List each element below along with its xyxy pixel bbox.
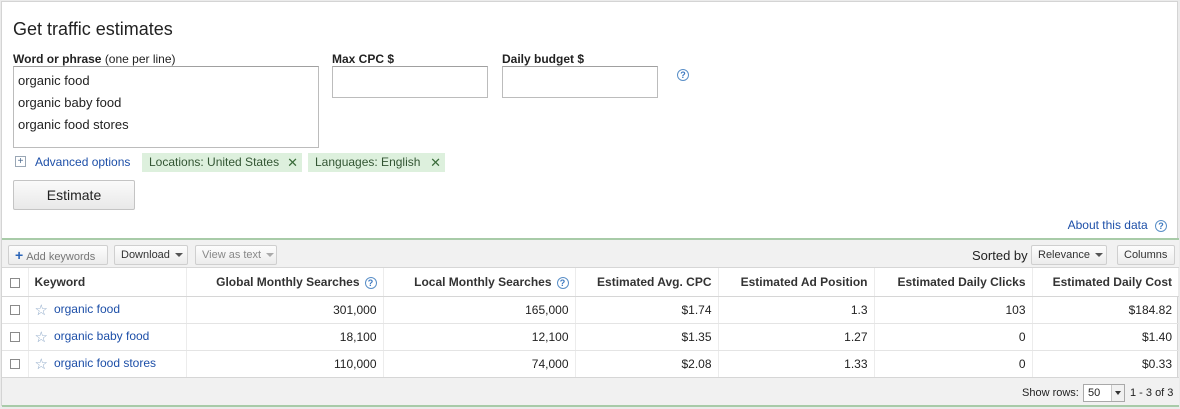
header-local-searches[interactable]: Local Monthly Searches? [383,268,576,297]
row-checkbox[interactable] [9,359,20,370]
avg-cpc-cell: $1.74 [575,296,719,324]
row-select-cell [2,350,29,378]
expand-plus-icon[interactable]: + [15,156,26,167]
global-searches-cell: 18,100 [186,323,384,351]
row-select-cell [2,296,29,324]
chip-label: Locations: United States [149,155,280,169]
help-icon[interactable]: ? [364,276,377,289]
about-this-data[interactable]: About this data ? [1068,218,1167,232]
daily-clicks-cell: 0 [874,350,1033,378]
pagination-range: 1 - 3 of 3 [1130,387,1174,399]
table-header-row: Keyword Global Monthly Searches? Local M… [2,268,1179,297]
row-checkbox[interactable] [9,305,20,316]
header-local-label: Local Monthly Searches [414,274,552,289]
keywords-textarea[interactable]: organic food organic baby food organic f… [13,66,319,148]
select-all-checkbox[interactable] [9,277,20,288]
table-row: ☆ organic food stores 110,000 74,000 $2.0… [2,350,1179,378]
daily-clicks-cell: 103 [874,296,1033,324]
table-row: ☆ organic baby food 18,100 12,100 $1.35 1… [2,323,1179,351]
max-cpc-label: Max CPC $ [332,52,395,66]
max-cpc-input[interactable] [332,66,488,98]
advanced-options-link[interactable]: Advanced options [35,155,130,169]
local-searches-cell: 165,000 [383,296,576,324]
header-daily-clicks[interactable]: Estimated Daily Clicks [874,268,1033,297]
sort-value: Relevance [1038,249,1090,261]
keyword-link[interactable]: organic food [54,302,120,316]
star-icon[interactable]: ☆ [35,329,48,346]
page-title: Get traffic estimates [13,19,173,39]
word-label-hint: (one per line) [104,52,176,66]
remove-icon[interactable]: ✕ [287,153,298,172]
language-filter-chip: Languages: English ✕ [308,153,445,172]
header-avg-cpc[interactable]: Estimated Avg. CPC [575,268,719,297]
header-keyword[interactable]: Keyword [28,268,187,297]
view-as-text-label: View as text [202,249,262,261]
remove-icon[interactable]: ✕ [430,153,441,172]
select-all-header [2,268,29,297]
row-select-cell [2,323,29,351]
word-or-phrase-label: Word or phrase (one per line) [13,52,176,66]
table-footer: Show rows: 50 1 - 3 of 3 [2,377,1179,407]
download-label: Download [121,249,170,261]
daily-budget-label: Daily budget $ [502,52,585,66]
daily-cost-cell: $0.33 [1032,350,1179,378]
about-link[interactable]: About this data [1068,218,1148,232]
keyword-cell: ☆ organic food [28,296,187,324]
results-table: Keyword Global Monthly Searches? Local M… [2,268,1179,378]
word-label-text: Word or phrase [13,52,102,66]
download-dropdown[interactable]: Download [114,245,188,265]
header-ad-position[interactable]: Estimated Ad Position [718,268,875,297]
chevron-down-icon [1094,253,1103,258]
daily-clicks-cell: 0 [874,323,1033,351]
rows-per-page-select[interactable]: 50 [1083,384,1125,402]
keyword-link[interactable]: organic food stores [54,356,156,370]
help-icon[interactable]: ? [1155,219,1167,232]
show-rows-label: Show rows: [1022,387,1079,399]
sorted-by-label: Sorted by [972,248,1028,263]
star-icon[interactable]: ☆ [35,356,48,373]
header-global-searches[interactable]: Global Monthly Searches? [186,268,384,297]
ad-position-cell: 1.33 [718,350,875,378]
keyword-link[interactable]: organic baby food [54,329,149,343]
chevron-down-icon [266,253,275,258]
avg-cpc-cell: $1.35 [575,323,719,351]
ad-position-cell: 1.3 [718,296,875,324]
results-toolbar: + Add keywords Download View as text Sort… [2,238,1179,268]
chip-label: Languages: English [315,155,421,169]
help-icon[interactable]: ? [556,276,569,289]
avg-cpc-cell: $2.08 [575,350,719,378]
sort-dropdown[interactable]: Relevance [1031,245,1107,265]
estimate-button[interactable]: Estimate [13,180,135,210]
keyword-cell: ☆ organic baby food [28,323,187,351]
add-keywords-button[interactable]: + Add keywords [8,245,108,265]
keyword-cell: ☆ organic food stores [28,350,187,378]
star-icon[interactable]: ☆ [35,302,48,319]
daily-budget-input[interactable] [502,66,658,98]
global-searches-cell: 110,000 [186,350,384,378]
header-global-label: Global Monthly Searches [216,274,360,289]
daily-cost-cell: $1.40 [1032,323,1179,351]
local-searches-cell: 12,100 [383,323,576,351]
view-as-text-dropdown[interactable]: View as text [195,245,277,265]
chevron-down-icon [1111,385,1124,401]
row-checkbox[interactable] [9,332,20,343]
daily-cost-cell: $184.82 [1032,296,1179,324]
local-searches-cell: 74,000 [383,350,576,378]
global-searches-cell: 301,000 [186,296,384,324]
ad-position-cell: 1.27 [718,323,875,351]
plus-icon: + [15,247,24,263]
header-daily-cost[interactable]: Estimated Daily Cost [1032,268,1179,297]
table-row: ☆ organic food 301,000 165,000 $1.74 1.3 … [2,296,1179,324]
columns-button[interactable]: Columns [1117,245,1175,265]
help-icon[interactable]: ? [677,69,689,81]
location-filter-chip: Locations: United States ✕ [142,153,302,172]
chevron-down-icon [174,253,183,258]
rows-per-page-value: 50 [1088,387,1101,399]
add-keywords-label: Add keywords [26,251,96,263]
keyword-line: organic food stores [18,117,129,132]
traffic-estimator-panel: Get traffic estimates Word or phrase (on… [1,1,1179,407]
